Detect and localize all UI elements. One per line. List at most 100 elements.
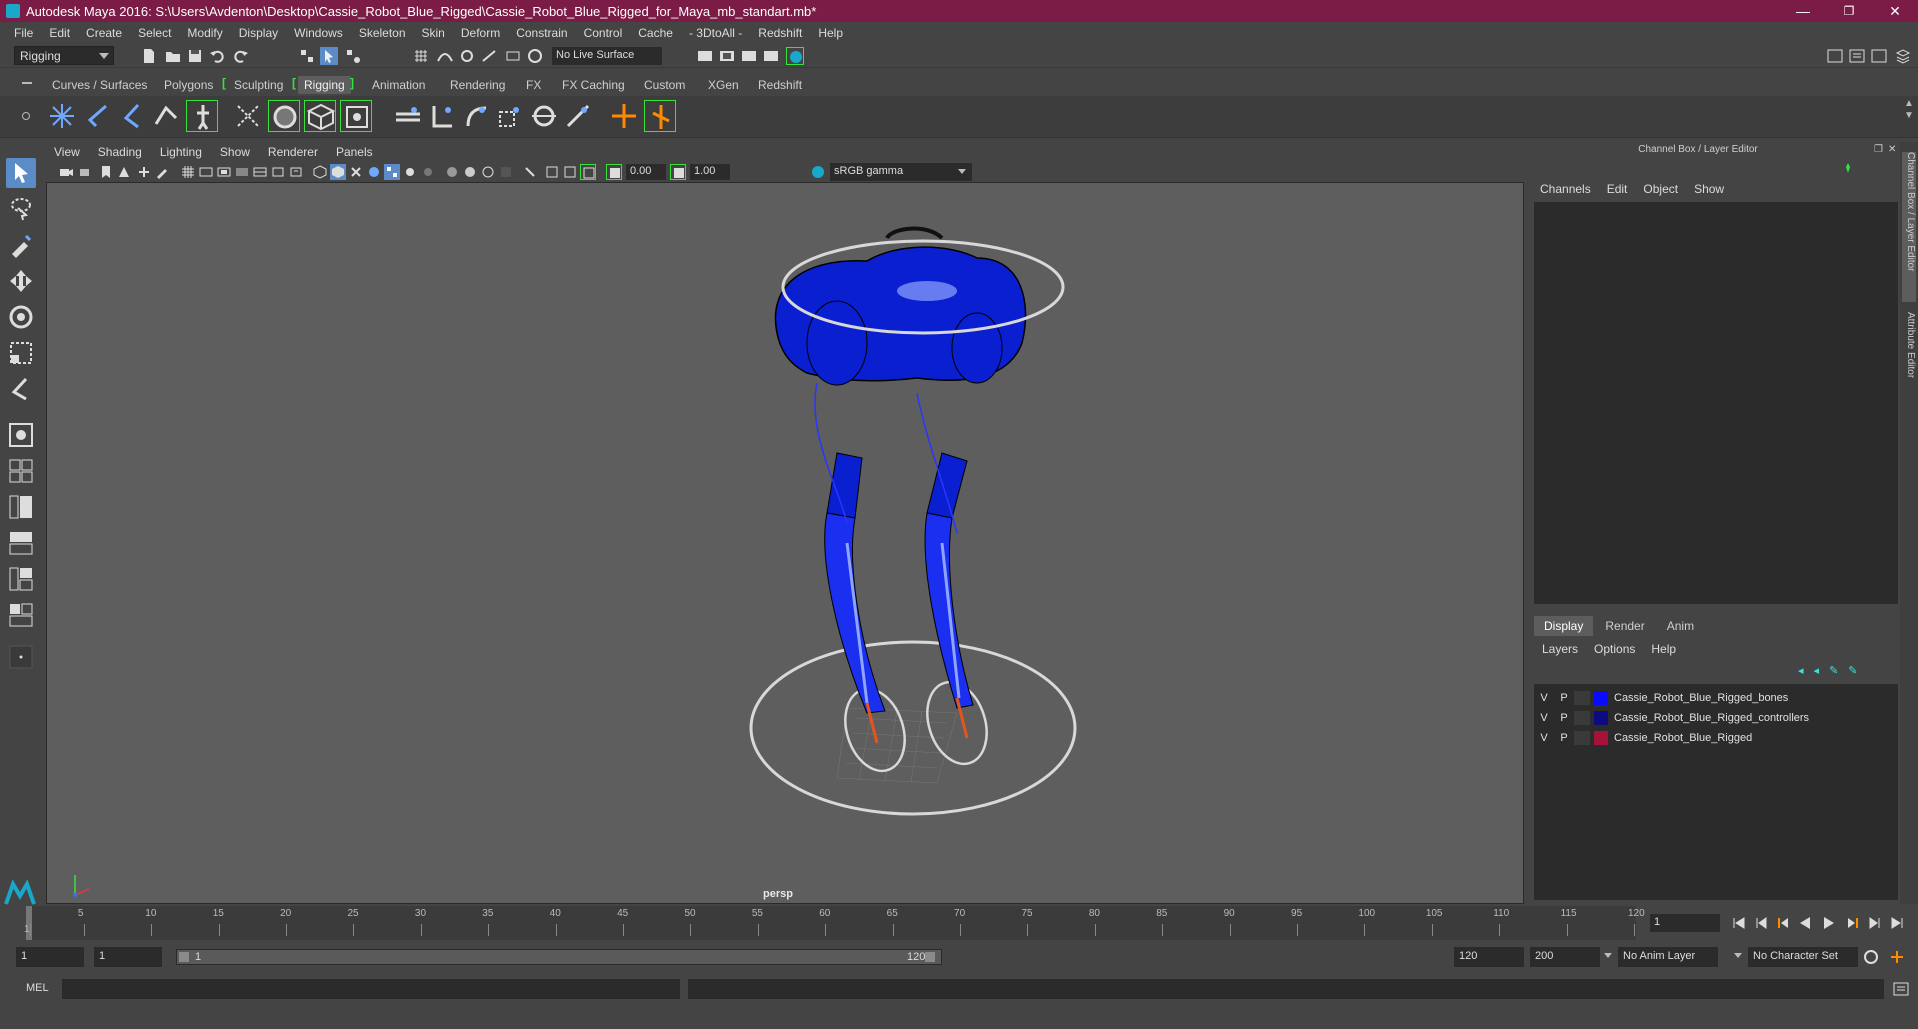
layer-type-toggle[interactable] — [1574, 730, 1590, 745]
step-back-key-icon[interactable] — [1754, 916, 1768, 930]
image-plane-icon[interactable] — [116, 164, 132, 180]
side-tab-attribute-editor[interactable]: Attribute Editor — [1902, 312, 1916, 378]
tab-render[interactable]: Render — [1595, 616, 1654, 636]
open-scene-icon[interactable] — [164, 47, 182, 65]
render-settings-icon[interactable] — [762, 47, 780, 65]
ipr-render-icon[interactable] — [740, 47, 758, 65]
bookmark-icon[interactable] — [98, 164, 114, 180]
ik-spline-icon[interactable] — [150, 100, 182, 132]
channel-box-menu-channels[interactable]: Channels — [1540, 182, 1591, 196]
use-all-lights-icon[interactable] — [402, 164, 418, 180]
xray-active-icon[interactable] — [562, 164, 578, 180]
gate-mask-icon[interactable] — [234, 164, 250, 180]
panel-menu-panels[interactable]: Panels — [336, 145, 373, 159]
time-slider[interactable]: 1 5 10 15 20 25 30 35 40 45 50 55 60 65 70 75 80 85 90 95 10… — [0, 906, 1918, 940]
snap-grid-icon[interactable] — [412, 47, 430, 65]
move-tool-icon[interactable] — [6, 266, 36, 296]
color-management-icon[interactable] — [810, 164, 826, 180]
layer-row[interactable]: V P Cassie_Robot_Blue_Rigged_bones — [1534, 688, 1898, 707]
step-back-frame-icon[interactable] — [1776, 916, 1790, 930]
close-panel-icon[interactable]: ✕ — [1888, 144, 1896, 155]
shelf-scroll-arrows-icon[interactable]: ▲ ▼ — [1904, 98, 1914, 122]
layer-type-toggle[interactable] — [1574, 690, 1590, 705]
outliner-layout-icon[interactable] — [6, 600, 36, 630]
render-frame-icon[interactable] — [718, 47, 736, 65]
playback-end-field[interactable]: 120 — [1454, 947, 1524, 967]
channel-box-menu-edit[interactable]: Edit — [1607, 182, 1628, 196]
layer-color-swatch[interactable] — [1594, 690, 1608, 705]
shelf-tab-xgen[interactable]: XGen — [702, 76, 745, 94]
shelf-menu-icon[interactable] — [22, 82, 32, 84]
create-locator-icon[interactable] — [46, 100, 78, 132]
render-view-icon[interactable] — [696, 47, 714, 65]
gamma-field[interactable]: 1.00 — [690, 164, 730, 180]
2d-pan-zoom-icon[interactable] — [136, 164, 152, 180]
orient-constraint-icon[interactable] — [460, 100, 492, 132]
shelf-tab-polygons[interactable]: Polygons — [158, 76, 219, 94]
tab-display[interactable]: Display — [1534, 616, 1594, 636]
play-forwards-icon[interactable] — [1822, 916, 1836, 930]
panel-menu-show[interactable]: Show — [220, 145, 250, 159]
view-transform-dropdown[interactable]: sRGB gamma — [830, 163, 972, 181]
channel-box-menu-show[interactable]: Show — [1694, 182, 1724, 196]
maximize-button[interactable]: ❐ — [1826, 0, 1872, 22]
ik-handle-icon[interactable] — [116, 100, 148, 132]
save-scene-icon[interactable] — [186, 47, 204, 65]
shelf-tab-custom[interactable]: Custom — [638, 76, 691, 94]
channel-box-area[interactable] — [1534, 202, 1898, 604]
command-language-label[interactable]: MEL — [26, 982, 49, 994]
menu-select[interactable]: Select — [130, 26, 179, 40]
layer-menu-layers[interactable]: Layers — [1542, 642, 1578, 656]
paint-skin-weights-icon[interactable] — [268, 100, 300, 132]
layer-playback-toggle[interactable]: P — [1554, 692, 1574, 704]
use-default-material-icon[interactable] — [384, 164, 400, 180]
menu-skin[interactable]: Skin — [414, 26, 453, 40]
viewport-persp[interactable]: persp — [46, 182, 1524, 904]
channel-box-options-icon[interactable] — [1842, 162, 1854, 174]
panel-menu-renderer[interactable]: Renderer — [268, 145, 318, 159]
layer-playback-toggle[interactable]: P — [1554, 732, 1574, 744]
step-forward-key-icon[interactable] — [1868, 916, 1882, 930]
quick-rig-icon[interactable] — [186, 100, 218, 132]
create-joints-icon[interactable] — [82, 100, 114, 132]
layer-menu-help[interactable]: Help — [1651, 642, 1676, 656]
select-camera-icon[interactable] — [58, 164, 74, 180]
attribute-editor-toggle-icon[interactable] — [1848, 47, 1866, 65]
hypershade-icon[interactable] — [786, 47, 804, 65]
bind-skin-icon[interactable] — [232, 100, 264, 132]
new-layer-from-selection-icon[interactable]: ✎ — [1848, 664, 1857, 677]
menuset-dropdown[interactable]: Rigging — [14, 46, 114, 65]
safe-action-icon[interactable] — [270, 164, 286, 180]
parent-constraint-icon[interactable] — [528, 100, 560, 132]
shelf-tab-rigging[interactable]: Rigging — [298, 76, 351, 94]
panel-menu-shading[interactable]: Shading — [98, 145, 142, 159]
film-gate-icon[interactable] — [198, 164, 214, 180]
menu-edit[interactable]: Edit — [41, 26, 78, 40]
close-button[interactable]: ✕ — [1872, 0, 1918, 22]
cluster-icon[interactable] — [340, 100, 372, 132]
isolate-select-icon[interactable] — [522, 164, 538, 180]
move-layer-up-icon[interactable]: ◂ — [1798, 664, 1804, 677]
xray-icon[interactable] — [544, 164, 560, 180]
time-slider-track[interactable] — [26, 906, 1636, 940]
snap-view-plane-icon[interactable] — [504, 47, 522, 65]
shelf-tab-fx[interactable]: FX — [520, 76, 547, 94]
single-perspective-layout-icon[interactable] — [6, 420, 36, 450]
gamma-icon[interactable] — [670, 164, 686, 180]
rotate-tool-icon[interactable] — [6, 302, 36, 332]
make-live-icon[interactable] — [526, 47, 544, 65]
snap-point-icon[interactable] — [458, 47, 476, 65]
scale-tool-icon[interactable] — [6, 338, 36, 368]
go-to-end-icon[interactable] — [1890, 916, 1904, 930]
panel-menu-lighting[interactable]: Lighting — [160, 145, 202, 159]
menu-create[interactable]: Create — [78, 26, 130, 40]
shelf-settings-icon[interactable] — [22, 112, 30, 120]
select-component-icon[interactable] — [344, 47, 362, 65]
shelf-tab-fx-caching[interactable]: FX Caching — [556, 76, 631, 94]
point-constraint-icon[interactable] — [392, 100, 424, 132]
new-empty-layer-icon[interactable]: ✎ — [1829, 664, 1838, 677]
menu-modify[interactable]: Modify — [179, 26, 230, 40]
depth-of-field-icon[interactable] — [498, 164, 514, 180]
animation-start-field[interactable]: 1 — [16, 947, 84, 967]
smooth-shade-icon[interactable] — [330, 164, 346, 180]
